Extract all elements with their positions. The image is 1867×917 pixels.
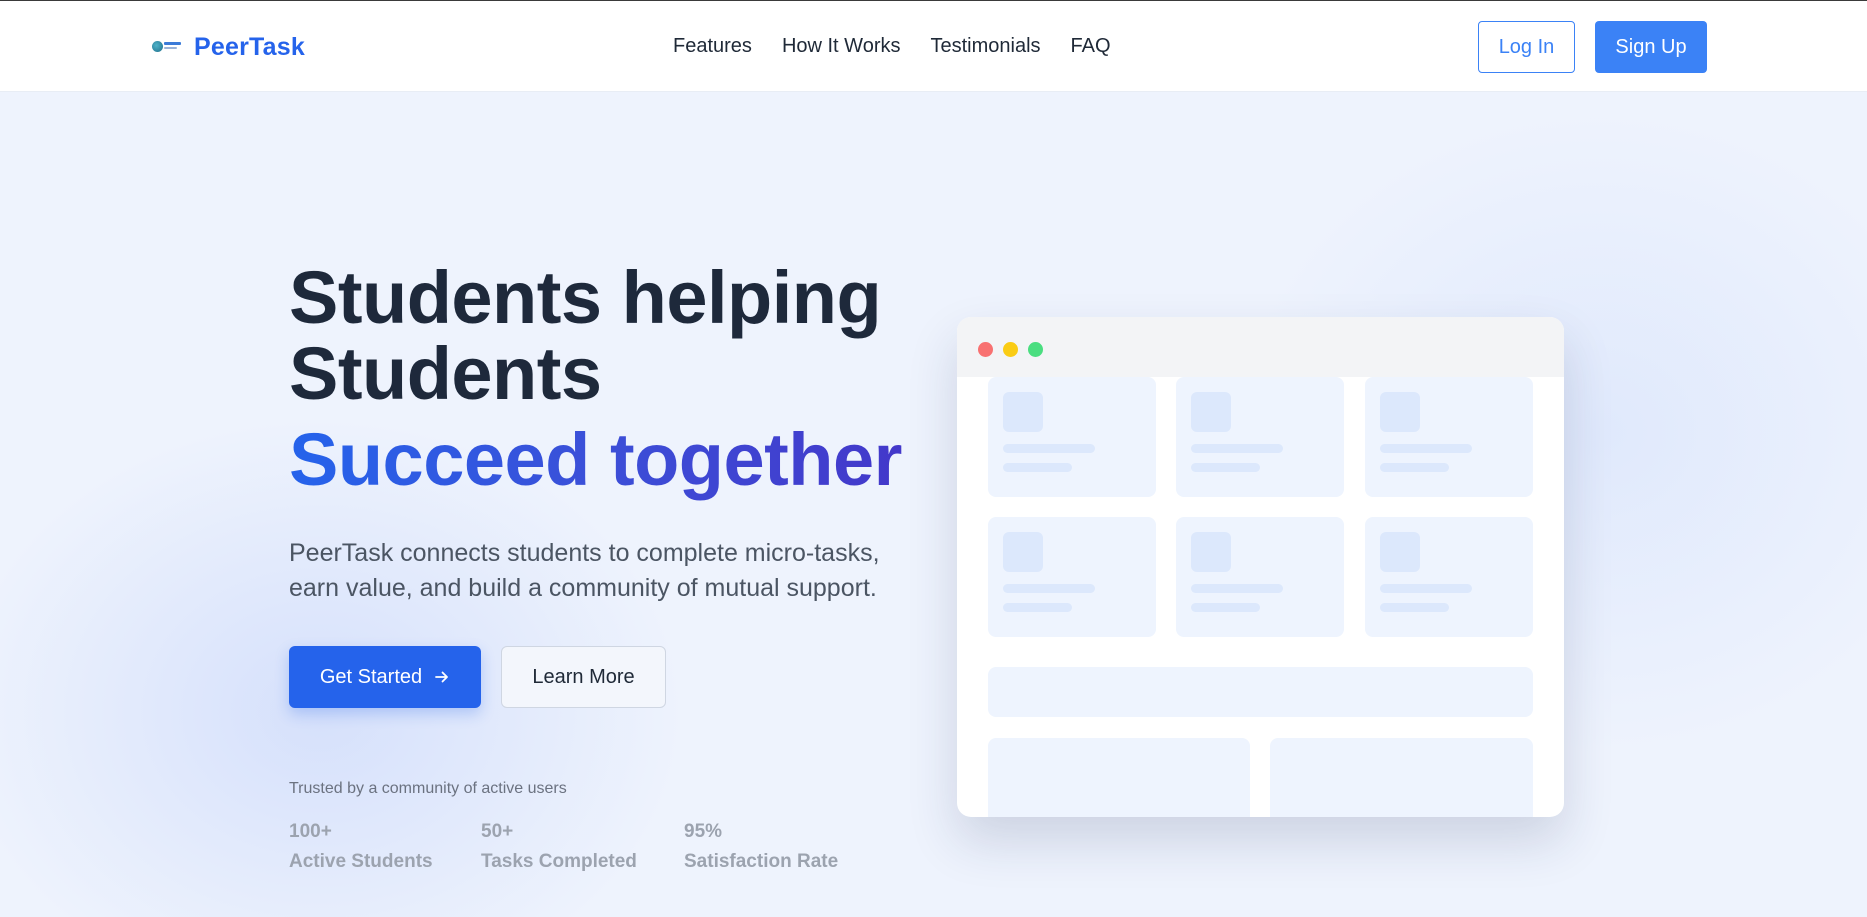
- placeholder-panel: [1270, 738, 1533, 817]
- stat-tasks-completed: 50+ Tasks Completed: [481, 817, 684, 877]
- login-button[interactable]: Log In: [1478, 21, 1575, 73]
- window-close-dot-icon: [978, 342, 993, 357]
- hero-headline: Students helping Students: [289, 256, 882, 415]
- get-started-label: Get Started: [319, 665, 423, 688]
- placeholder-card: [1365, 517, 1533, 637]
- stat-value: 50+: [481, 821, 514, 842]
- stat-satisfaction-rate: 95% Satisfaction Rate: [684, 817, 884, 877]
- stat-label: Satisfaction Rate: [684, 851, 839, 872]
- placeholder-card: [1176, 377, 1344, 497]
- hero-section: [0, 92, 1867, 917]
- window-title-bar: [957, 317, 1564, 377]
- placeholder-bar: [988, 667, 1533, 717]
- placeholder-panel: [988, 738, 1250, 817]
- stat-value: 95%: [684, 821, 723, 842]
- placeholder-card: [1176, 517, 1344, 637]
- placeholder-card: [1365, 377, 1533, 497]
- site-header: PeerTask Features How It Works Testimoni…: [0, 1, 1867, 92]
- stat-label: Tasks Completed: [481, 851, 637, 872]
- trusted-text: Trusted by a community of active users: [289, 780, 567, 797]
- get-started-button[interactable]: Get Started: [289, 646, 481, 708]
- main-nav: Features How It Works Testimonials FAQ: [673, 35, 1111, 58]
- placeholder-card: [988, 517, 1156, 637]
- window-minimize-dot-icon: [1003, 342, 1018, 357]
- headline-line-2: Students: [289, 332, 602, 415]
- stat-label: Active Students: [289, 851, 433, 872]
- nav-testimonials[interactable]: Testimonials: [930, 35, 1040, 58]
- nav-features[interactable]: Features: [673, 35, 752, 58]
- learn-more-button[interactable]: Learn More: [501, 646, 666, 708]
- app-preview-window: [957, 317, 1564, 817]
- headline-accent: Succeed together: [289, 418, 902, 501]
- stat-value: 100+: [289, 821, 332, 842]
- brand[interactable]: PeerTask: [152, 29, 305, 65]
- headline-line-1: Students helping: [289, 256, 882, 339]
- peertask-logo-icon: [152, 39, 182, 55]
- brand-name: PeerTask: [194, 32, 305, 61]
- signup-button[interactable]: Sign Up: [1595, 21, 1707, 73]
- hero-subtitle: PeerTask connects students to complete m…: [289, 539, 880, 602]
- stats-row: 100+ Active Students 50+ Tasks Completed…: [289, 817, 884, 877]
- placeholder-card: [988, 377, 1156, 497]
- nav-how-it-works[interactable]: How It Works: [782, 35, 901, 58]
- arrow-right-icon: [435, 671, 449, 683]
- stat-active-students: 100+ Active Students: [289, 817, 481, 877]
- nav-faq[interactable]: FAQ: [1071, 35, 1111, 58]
- window-maximize-dot-icon: [1028, 342, 1043, 357]
